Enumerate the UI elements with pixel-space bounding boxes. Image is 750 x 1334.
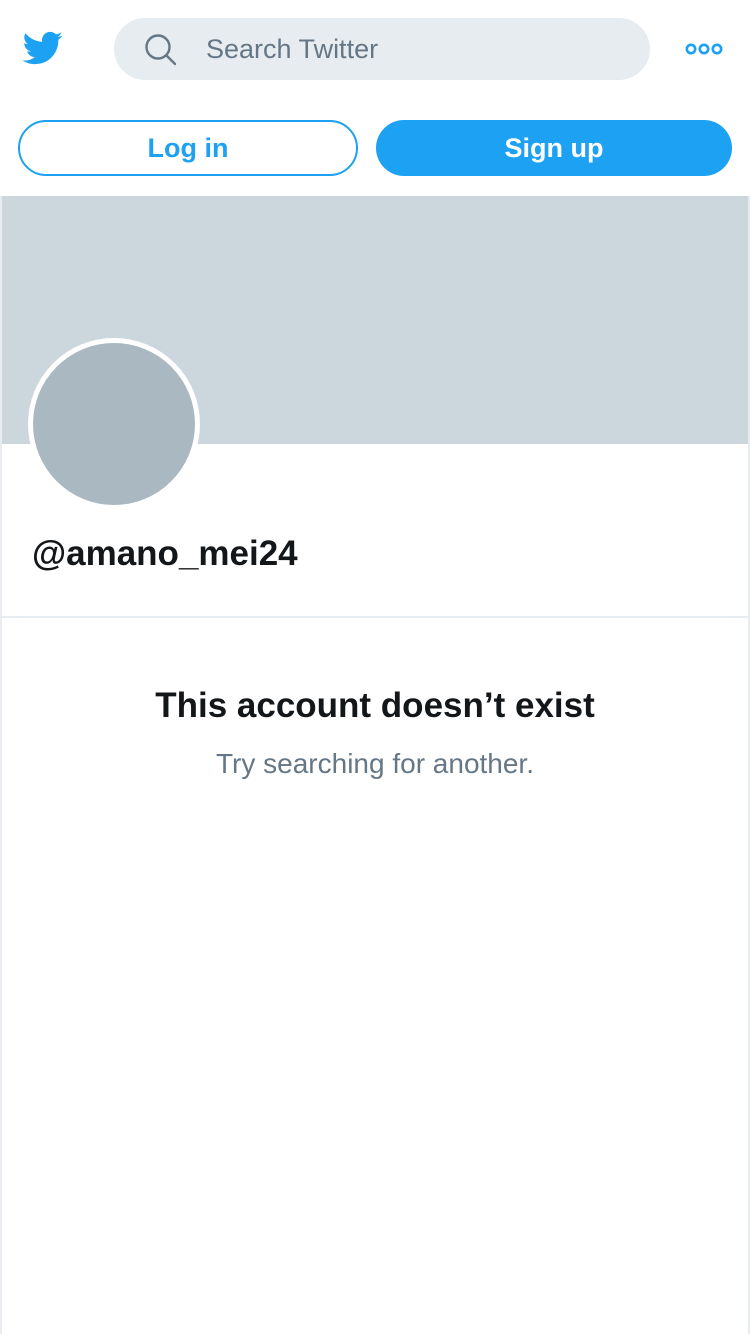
auth-buttons-row: Log in Sign up (0, 100, 750, 196)
avatar (28, 338, 200, 510)
profile-card: @amano_mei24 This account doesn’t exist … (0, 196, 750, 1334)
divider (2, 616, 748, 618)
search-box[interactable] (114, 18, 650, 80)
more-options-icon[interactable] (680, 28, 728, 70)
empty-state: This account doesn’t exist Try searching… (2, 686, 748, 780)
twitter-bird-icon[interactable] (18, 27, 66, 69)
login-button[interactable]: Log in (18, 120, 358, 176)
default-avatar-placeholder (33, 343, 195, 505)
empty-state-title: This account doesn’t exist (155, 686, 595, 725)
signup-button[interactable]: Sign up (376, 120, 732, 176)
profile-handle: @amano_mei24 (32, 534, 298, 573)
empty-state-subtitle: Try searching for another. (215, 748, 534, 779)
search-icon (145, 34, 177, 66)
search-input[interactable] (206, 18, 626, 80)
top-bar (0, 0, 750, 100)
